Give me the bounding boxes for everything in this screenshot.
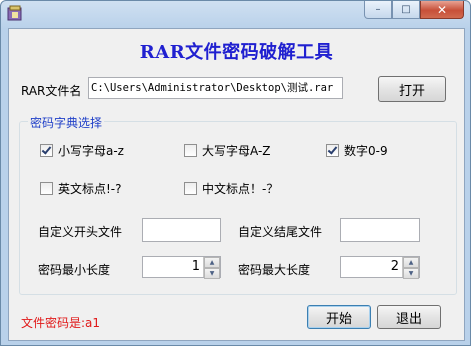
minimize-button[interactable]: – [364,1,392,19]
max-length-value: 2 [390,259,399,274]
prefix-file-label: 自定义开头文件 [38,225,123,239]
checkbox-english-punct[interactable]: 英文标点!-? [40,180,122,197]
checkbox-english-punct-label: 英文标点!-? [58,182,122,196]
max-length-label: 密码最大长度 [238,263,311,277]
result-text: 文件密码是:a1 [21,316,101,330]
suffix-file-label: 自定义结尾文件 [238,225,323,239]
maximize-button[interactable]: □ [392,1,420,19]
checkbox-chinese-punct-box[interactable] [184,182,197,195]
title-bar[interactable]: – □ ✕ [1,1,470,23]
app-icon [7,5,22,21]
checkbox-lowercase-label: 小写字母a-z [58,144,124,158]
min-length-down-icon[interactable]: ▼ [204,268,220,279]
file-path-input[interactable]: C:\Users\Administrator\Desktop\测试.rar [88,77,343,99]
start-button[interactable]: 开始 [307,305,371,329]
checkbox-digits-box[interactable] [326,144,339,157]
checkbox-chinese-punct-label: 中文标点！-？ [202,182,279,196]
checkbox-chinese-punct[interactable]: 中文标点！-？ [184,180,278,197]
file-label: RAR文件名 [21,84,82,98]
app-window: – □ ✕ RAR文件密码破解工具 RAR文件名 C:\Users\Admini… [0,0,471,346]
checkbox-digits-label: 数字0-9 [344,144,388,158]
checkbox-uppercase-label: 大写字母A-Z [202,144,271,158]
exit-button[interactable]: 退出 [377,305,441,329]
suffix-file-input[interactable] [340,218,420,242]
charset-group: 密码字典选择 小写字母a-z 大写字母A-Z 数字0-9 英文标点!-? 中文标… [19,114,457,295]
client-area: RAR文件密码破解工具 RAR文件名 C:\Users\Administrato… [8,28,465,341]
min-length-up-icon[interactable]: ▲ [204,257,220,268]
prefix-file-input[interactable] [142,218,221,242]
checkbox-english-punct-box[interactable] [40,182,53,195]
open-button[interactable]: 打开 [378,76,446,102]
max-length-spinner[interactable]: 2 ▲ ▼ [340,256,420,279]
max-length-up-icon[interactable]: ▲ [403,257,419,268]
checkbox-lowercase[interactable]: 小写字母a-z [40,142,124,159]
max-length-down-icon[interactable]: ▼ [403,268,419,279]
min-length-label: 密码最小长度 [38,263,111,277]
min-length-value: 1 [191,259,200,274]
charset-legend: 密码字典选择 [28,114,105,131]
checkbox-uppercase-box[interactable] [184,144,197,157]
close-button[interactable]: ✕ [420,1,464,19]
checkbox-uppercase[interactable]: 大写字母A-Z [184,142,271,159]
checkbox-lowercase-box[interactable] [40,144,53,157]
min-length-spinner[interactable]: 1 ▲ ▼ [142,256,221,279]
checkbox-digits[interactable]: 数字0-9 [326,142,388,159]
app-heading: RAR文件密码破解工具 [139,42,334,63]
